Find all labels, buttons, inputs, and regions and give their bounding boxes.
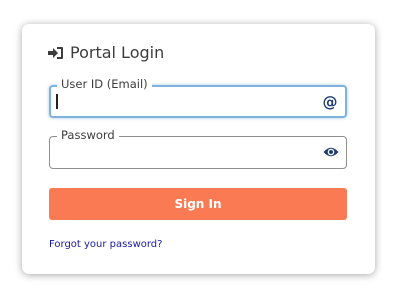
password-field[interactable]: Password	[49, 128, 347, 169]
at-glyph: @	[322, 92, 338, 111]
user-id-field[interactable]: User ID (Email) @	[49, 77, 347, 118]
login-card: Portal Login User ID (Email) @ Password …	[22, 24, 375, 274]
eye-icon[interactable]	[322, 142, 340, 162]
sign-in-icon	[48, 46, 70, 60]
password-label: Password	[57, 128, 119, 142]
user-id-input[interactable]	[57, 93, 319, 111]
login-header: Portal Login	[48, 43, 164, 62]
password-input[interactable]	[56, 143, 318, 161]
forgot-password-link[interactable]: Forgot your password?	[49, 239, 162, 250]
sign-in-button[interactable]: Sign In	[49, 188, 347, 220]
at-icon: @	[321, 92, 339, 112]
user-id-label: User ID (Email)	[57, 77, 152, 91]
page-title: Portal Login	[70, 43, 165, 62]
